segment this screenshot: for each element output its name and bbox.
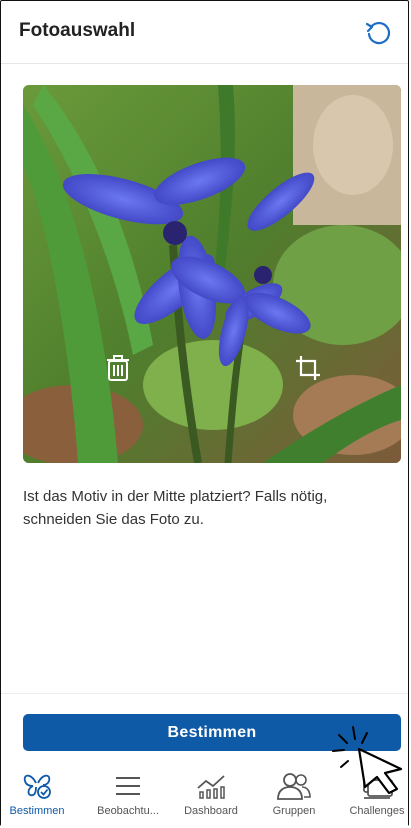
flower-photo xyxy=(23,85,401,463)
butterfly-check-icon xyxy=(23,774,51,799)
chart-icon xyxy=(197,775,225,799)
nav-item-dashboard[interactable]: Dashboard xyxy=(171,771,251,827)
app-frame: Fotoauswahl Ist das Motiv in der Mitte p… xyxy=(0,0,409,827)
group-icon xyxy=(277,773,311,800)
nav-item-challenges[interactable]: Challenges xyxy=(337,771,411,827)
nav-label: Beobachtu... xyxy=(97,805,159,817)
selected-photo xyxy=(23,85,401,463)
bottom-navigation: Bestimmen Beobachtu... Dashboard Gruppen… xyxy=(1,765,408,827)
challenge-icon xyxy=(363,775,393,799)
hint-text: Ist das Motiv in der Mitte platziert? Fa… xyxy=(23,488,328,528)
delete-photo-button[interactable] xyxy=(101,351,135,385)
crop-photo-button[interactable] xyxy=(291,351,325,385)
nav-label: Gruppen xyxy=(272,805,316,817)
nav-label: Dashboard xyxy=(184,805,238,817)
nav-item-gruppen[interactable]: Gruppen xyxy=(254,771,334,827)
page-title: Fotoauswahl xyxy=(19,20,136,41)
app-header: Fotoauswahl xyxy=(1,1,408,64)
nav-label: Bestimmen xyxy=(9,805,65,817)
refresh-icon xyxy=(365,21,391,45)
identify-button[interactable]: Bestimmen xyxy=(23,714,401,751)
nav-item-bestimmen[interactable]: Bestimmen xyxy=(0,771,77,827)
refresh-button[interactable] xyxy=(362,17,394,49)
divider xyxy=(1,693,408,694)
trash-icon xyxy=(107,355,129,381)
nav-label: Challenges xyxy=(349,805,405,817)
nav-item-beobachtungen[interactable]: Beobachtu... xyxy=(88,771,168,827)
list-icon xyxy=(116,777,140,795)
crop-icon xyxy=(296,356,320,380)
